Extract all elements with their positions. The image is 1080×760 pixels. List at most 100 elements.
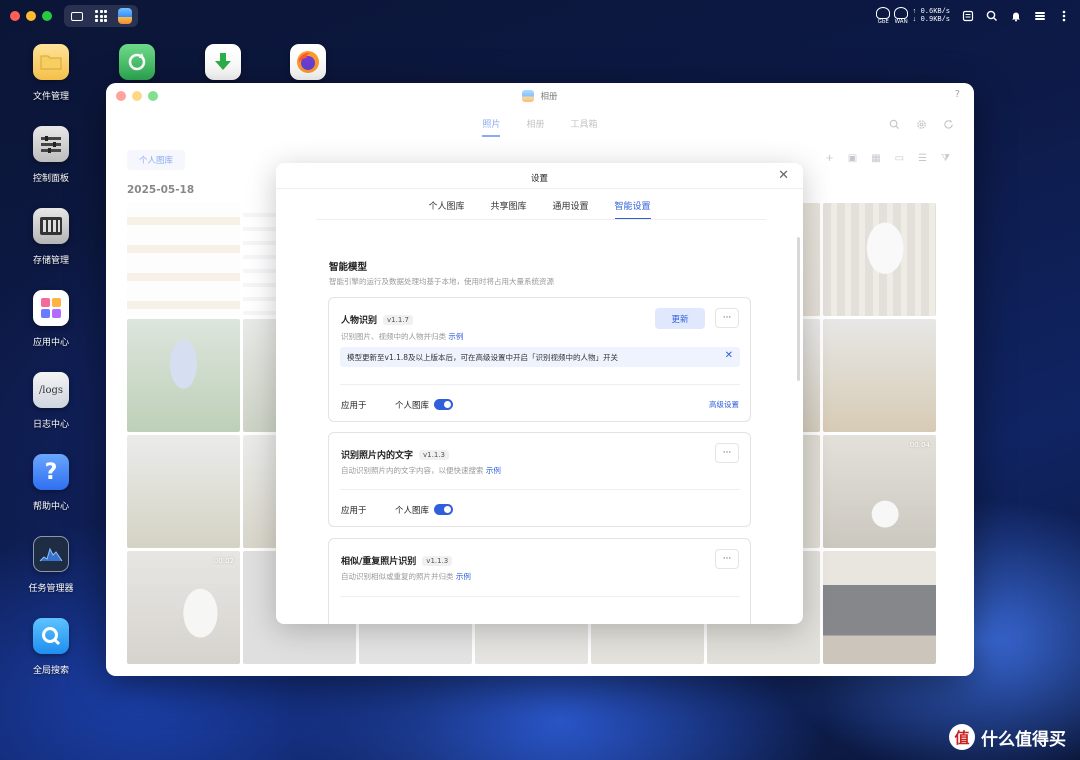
model-desc-text: 识别图片、视频中的人物并归类 [341,332,446,341]
desktop-icon-label: 日志中心 [32,420,69,430]
desktop-icon-task-manager[interactable]: 任务管理器 [11,536,91,594]
model-title: 识别照片内的文字 v1.1.3 [341,448,449,461]
desktop-icon-label: 控制面板 [32,174,69,184]
desktop-icon-label: 文件管理 [32,92,69,102]
app-center-icon [33,290,69,326]
desktop-icon-label: 帮助中心 [32,502,69,512]
model-description: 自动识别照片内的文字内容，以便快速搜索 示例 [341,465,501,476]
model-card-text-recognition: 识别照片内的文字 v1.1.3 自动识别照片内的文字内容，以便快速搜索 示例 ··… [328,432,751,527]
user-menu-icon[interactable] [1034,10,1046,22]
global-search-icon [33,618,69,654]
tab-smart-settings[interactable]: 智能设置 [614,199,651,220]
watermark-logo-icon: 值 [949,724,975,750]
desktop-icon-sync[interactable] [97,44,177,80]
example-link[interactable]: 示例 [486,466,501,475]
photos-app-taskbar-icon[interactable] [118,8,132,24]
download-speed: ↓ 0.9KB/s [912,16,950,24]
menu-bar-status: GbE WAN ↑ 0.6KB/s ↓ 0.9KB/s [876,0,1070,32]
site-watermark: 值 什么值得买 [949,724,1066,750]
enable-toggle[interactable] [434,504,453,515]
model-description: 识别图片、视频中的人物并归类 示例 [341,331,463,342]
firefox-icon [290,44,326,80]
sync-icon [119,44,155,80]
model-description: 自动识别相似或重复的照片并归类 示例 [341,571,471,582]
example-link[interactable]: 示例 [456,572,471,581]
advanced-settings-link[interactable]: 高级设置 [709,399,739,410]
apply-to-label: 应用于 [341,401,367,411]
watermark-text: 什么值得买 [981,729,1066,750]
more-options-button[interactable]: ··· [715,443,739,463]
menu-bar: GbE WAN ↑ 0.6KB/s ↓ 0.9KB/s [0,0,1080,32]
desktop-icon-label: 应用中心 [32,338,69,348]
desktop-icon-storage[interactable]: 存储管理 [11,208,91,266]
close-dot[interactable] [10,11,20,21]
tab-general-settings[interactable]: 通用设置 [553,199,589,220]
control-panel-icon [33,126,69,162]
maximize-dot[interactable] [42,11,52,21]
version-badge: v1.1.7 [383,315,413,325]
apply-library-label: 个人图库 [395,401,430,411]
model-card-face-recognition: 人物识别 v1.1.7 识别图片、视频中的人物并归类 示例 更新 ··· 模型更新… [328,297,751,422]
section-description: 智能引擎的运行及数据处理均基于本地，使用时将占用大量系统资源 [329,277,554,286]
desktop-icon-help[interactable]: ? 帮助中心 [11,454,91,512]
notification-bell-icon[interactable] [1010,10,1022,22]
enable-toggle[interactable] [434,399,453,410]
divider [340,384,740,385]
model-title: 相似/重复照片识别 v1.1.3 [341,554,453,567]
scrollbar[interactable] [797,237,800,381]
desktop-icon-label: 存储管理 [32,256,69,266]
divider [340,596,740,597]
divider [276,188,803,189]
app-grid-icon[interactable] [94,10,108,22]
network-gbe-label: GbE [877,19,889,25]
taskbar-pill [64,5,138,27]
desktop-icon-file-manager[interactable]: 文件管理 [11,44,91,102]
task-manager-icon [33,536,69,572]
search-icon[interactable] [986,10,998,22]
more-options-button[interactable]: ··· [715,549,739,569]
notice-text: 模型更新至v1.1.8及以上版本后，可在高级设置中开启「识别视频中的人物」开关 [347,352,619,362]
desktop-icon-label: 全局搜索 [32,666,69,676]
network-wan-label: WAN [894,19,908,25]
apply-library-label: 个人图库 [395,506,430,516]
more-options-button[interactable]: ··· [715,308,739,328]
minimize-dot[interactable] [26,11,36,21]
options-icon[interactable] [1058,10,1070,22]
storage-icon [33,208,69,244]
desktop-icon-download[interactable] [183,44,263,80]
example-link[interactable]: 示例 [448,332,463,341]
desktop-icon-logs[interactable]: /logs 日志中心 [11,372,91,430]
desktop-icon-app-center[interactable]: 应用中心 [11,290,91,348]
desktop-traffic-lights [10,11,52,21]
notes-icon[interactable] [962,10,974,22]
logs-glyph: /logs [38,384,64,396]
model-desc-text: 自动识别照片内的文字内容，以便快速搜索 [341,466,484,475]
close-icon[interactable]: ✕ [778,168,789,183]
dismiss-notice-icon[interactable]: ✕ [725,350,733,361]
download-icon [205,44,241,80]
apply-to-label: 应用于 [341,506,367,516]
tab-shared-library[interactable]: 共享图库 [490,199,526,220]
folder-icon [33,44,69,80]
update-button[interactable]: 更新 [655,308,705,329]
network-gbe-icon: GbE [876,7,891,25]
version-badge: v1.1.3 [422,556,453,566]
show-desktop-icon[interactable] [70,10,84,22]
desktop-icon-global-search[interactable]: 全局搜索 [11,618,91,676]
logs-icon: /logs [33,372,69,408]
model-desc-text: 自动识别相似或重复的照片并归类 [341,572,454,581]
desktop-icon-label: 任务管理器 [28,584,74,594]
tab-personal-library[interactable]: 个人图库 [428,199,464,220]
model-title: 人物识别 v1.1.7 [341,313,413,326]
network-wan-icon: WAN [894,7,909,25]
settings-dialog: 设置 ✕ 个人图库 共享图库 通用设置 智能设置 智能模型 智能引擎的运行及数据… [276,163,803,624]
model-card-duplicate-detection: 相似/重复照片识别 v1.1.3 自动识别相似或重复的照片并归类 示例 ··· [328,538,751,624]
network-speed: ↑ 0.6KB/s ↓ 0.9KB/s [912,8,950,24]
upload-speed: ↑ 0.6KB/s [912,8,950,16]
version-badge: v1.1.3 [419,450,449,460]
dialog-title: 设置 [530,174,548,184]
section-title: 智能模型 [329,262,368,273]
desktop-icon-control-panel[interactable]: 控制面板 [11,126,91,184]
divider [340,489,740,490]
desktop-icon-firefox[interactable] [268,44,348,80]
